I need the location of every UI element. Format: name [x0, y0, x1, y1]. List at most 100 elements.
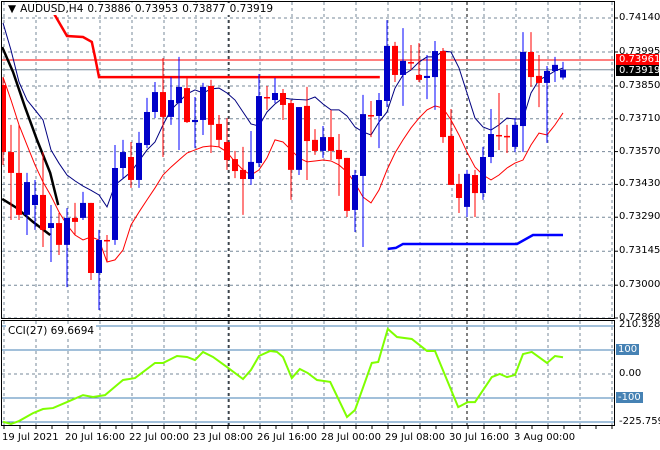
bearish-candle: [312, 139, 318, 151]
time-axis-label: 20 Jul 16:00: [65, 432, 125, 443]
bearish-candle: [328, 137, 334, 151]
bearish-candle: [240, 169, 246, 180]
bearish-candle: [392, 45, 398, 75]
bullish-candle: [96, 239, 102, 273]
chart-canvas[interactable]: [0, 0, 660, 450]
bid-price-tag: 0.73919: [616, 65, 660, 76]
bullish-candle: [136, 142, 142, 180]
cci-level-minus100-label: -100: [616, 392, 643, 403]
bearish-candle: [128, 156, 134, 180]
bearish-candle: [472, 175, 478, 194]
price-axis-label: 0.73430: [619, 178, 660, 190]
bearish-candle: [536, 75, 542, 83]
cci-level-100-label: 100: [616, 344, 640, 355]
high-value: 0.73953: [134, 3, 179, 15]
bullish-candle: [480, 156, 486, 194]
bearish-candle: [280, 93, 286, 105]
bullish-candle: [432, 51, 438, 78]
bullish-candle: [272, 93, 278, 101]
bearish-candle: [440, 51, 446, 138]
bearish-candle: [336, 149, 342, 160]
bearish-candle: [104, 239, 110, 242]
bearish-candle: [224, 141, 230, 161]
time-axis-label: 22 Jul 00:00: [129, 432, 189, 443]
bullish-candle: [192, 119, 198, 123]
bullish-candle: [152, 92, 158, 112]
time-axis-label: 29 Jul 08:00: [385, 432, 445, 443]
bullish-candle: [24, 182, 30, 215]
bearish-candle: [456, 183, 462, 198]
open-value: 0.73886: [87, 3, 131, 15]
bullish-candle: [80, 202, 86, 218]
bullish-candle: [144, 111, 150, 146]
bullish-candle: [424, 75, 430, 78]
bearish-candle: [8, 152, 14, 173]
bearish-candle: [208, 85, 214, 125]
bearish-candle: [88, 202, 94, 273]
bearish-candle: [160, 92, 166, 117]
bullish-candle: [176, 86, 182, 104]
time-axis-label: 28 Jul 00:00: [321, 432, 381, 443]
bullish-candle: [520, 51, 526, 127]
time-axis-label: 30 Jul 16:00: [449, 432, 509, 443]
bearish-candle: [40, 194, 46, 230]
symbol-label: AUDUSD,H4: [20, 3, 84, 15]
low-value: 0.73877: [182, 3, 226, 15]
time-axis-label: 23 Jul 08:00: [193, 432, 253, 443]
time-axis-label: 26 Jul 16:00: [257, 432, 317, 443]
bullish-candle: [488, 134, 494, 157]
bullish-candle: [352, 175, 358, 210]
bearish-candle: [416, 74, 422, 80]
bearish-candle: [288, 103, 294, 170]
cci-plot: [2, 327, 564, 425]
bullish-candle: [248, 161, 254, 180]
bullish-candle: [200, 86, 206, 120]
bearish-candle: [216, 123, 222, 140]
cci-min-label: -225.7594: [619, 416, 660, 427]
bullish-candle: [376, 100, 382, 116]
bearish-candle: [16, 172, 22, 215]
cci-line: [2, 327, 564, 425]
bearish-candle: [504, 135, 510, 138]
bullish-candle: [296, 107, 302, 170]
bearish-candle: [264, 96, 270, 99]
bullish-candle: [64, 217, 70, 245]
bullish-candle: [360, 114, 366, 176]
main-plot: [2, 2, 566, 311]
price-axis-label: 0.73145: [619, 245, 660, 257]
price-axis-label: 0.73710: [619, 112, 660, 124]
cci-max-label: 210.3284: [619, 319, 660, 330]
bullish-candle: [464, 173, 470, 207]
alert-line-price-tag: 0.73961: [616, 54, 660, 65]
bullish-candle: [32, 194, 38, 206]
bearish-candle: [368, 115, 374, 117]
triangle-down-icon[interactable]: ▼: [8, 3, 16, 15]
price-axis-label: 0.73570: [619, 145, 660, 157]
time-axis-label: 3 Aug 00:00: [514, 432, 576, 443]
bearish-candle: [56, 223, 62, 245]
bearish-candle: [528, 51, 534, 78]
price-axis-label: 0.73000: [619, 279, 660, 291]
bullish-candle: [256, 96, 262, 164]
bullish-candle: [120, 152, 126, 168]
bullish-candle: [400, 60, 406, 75]
bearish-candle: [408, 62, 414, 64]
cci-level-0-label: 0.00: [619, 368, 642, 379]
bearish-candle: [344, 157, 350, 211]
bearish-candle: [184, 88, 190, 123]
price-axis-label: 0.73290: [619, 211, 660, 223]
cci-indicator-label: CCI(27) 69.6694: [6, 325, 97, 337]
bearish-candle: [2, 85, 6, 153]
price-axis-label: 0.73850: [619, 79, 660, 91]
bullish-candle: [168, 100, 174, 117]
bearish-candle: [72, 217, 78, 222]
bullish-candle: [48, 223, 54, 228]
bullish-candle: [112, 168, 118, 240]
bullish-candle: [512, 124, 518, 147]
chart-header: ▼ AUDUSD,H4 0.73886 0.73953 0.73877 0.73919: [6, 3, 280, 15]
close-value: 0.73919: [229, 3, 274, 15]
bearish-candle: [496, 134, 502, 137]
bullish-candle: [544, 70, 550, 83]
bullish-candle: [560, 69, 566, 78]
bullish-candle: [384, 45, 390, 101]
